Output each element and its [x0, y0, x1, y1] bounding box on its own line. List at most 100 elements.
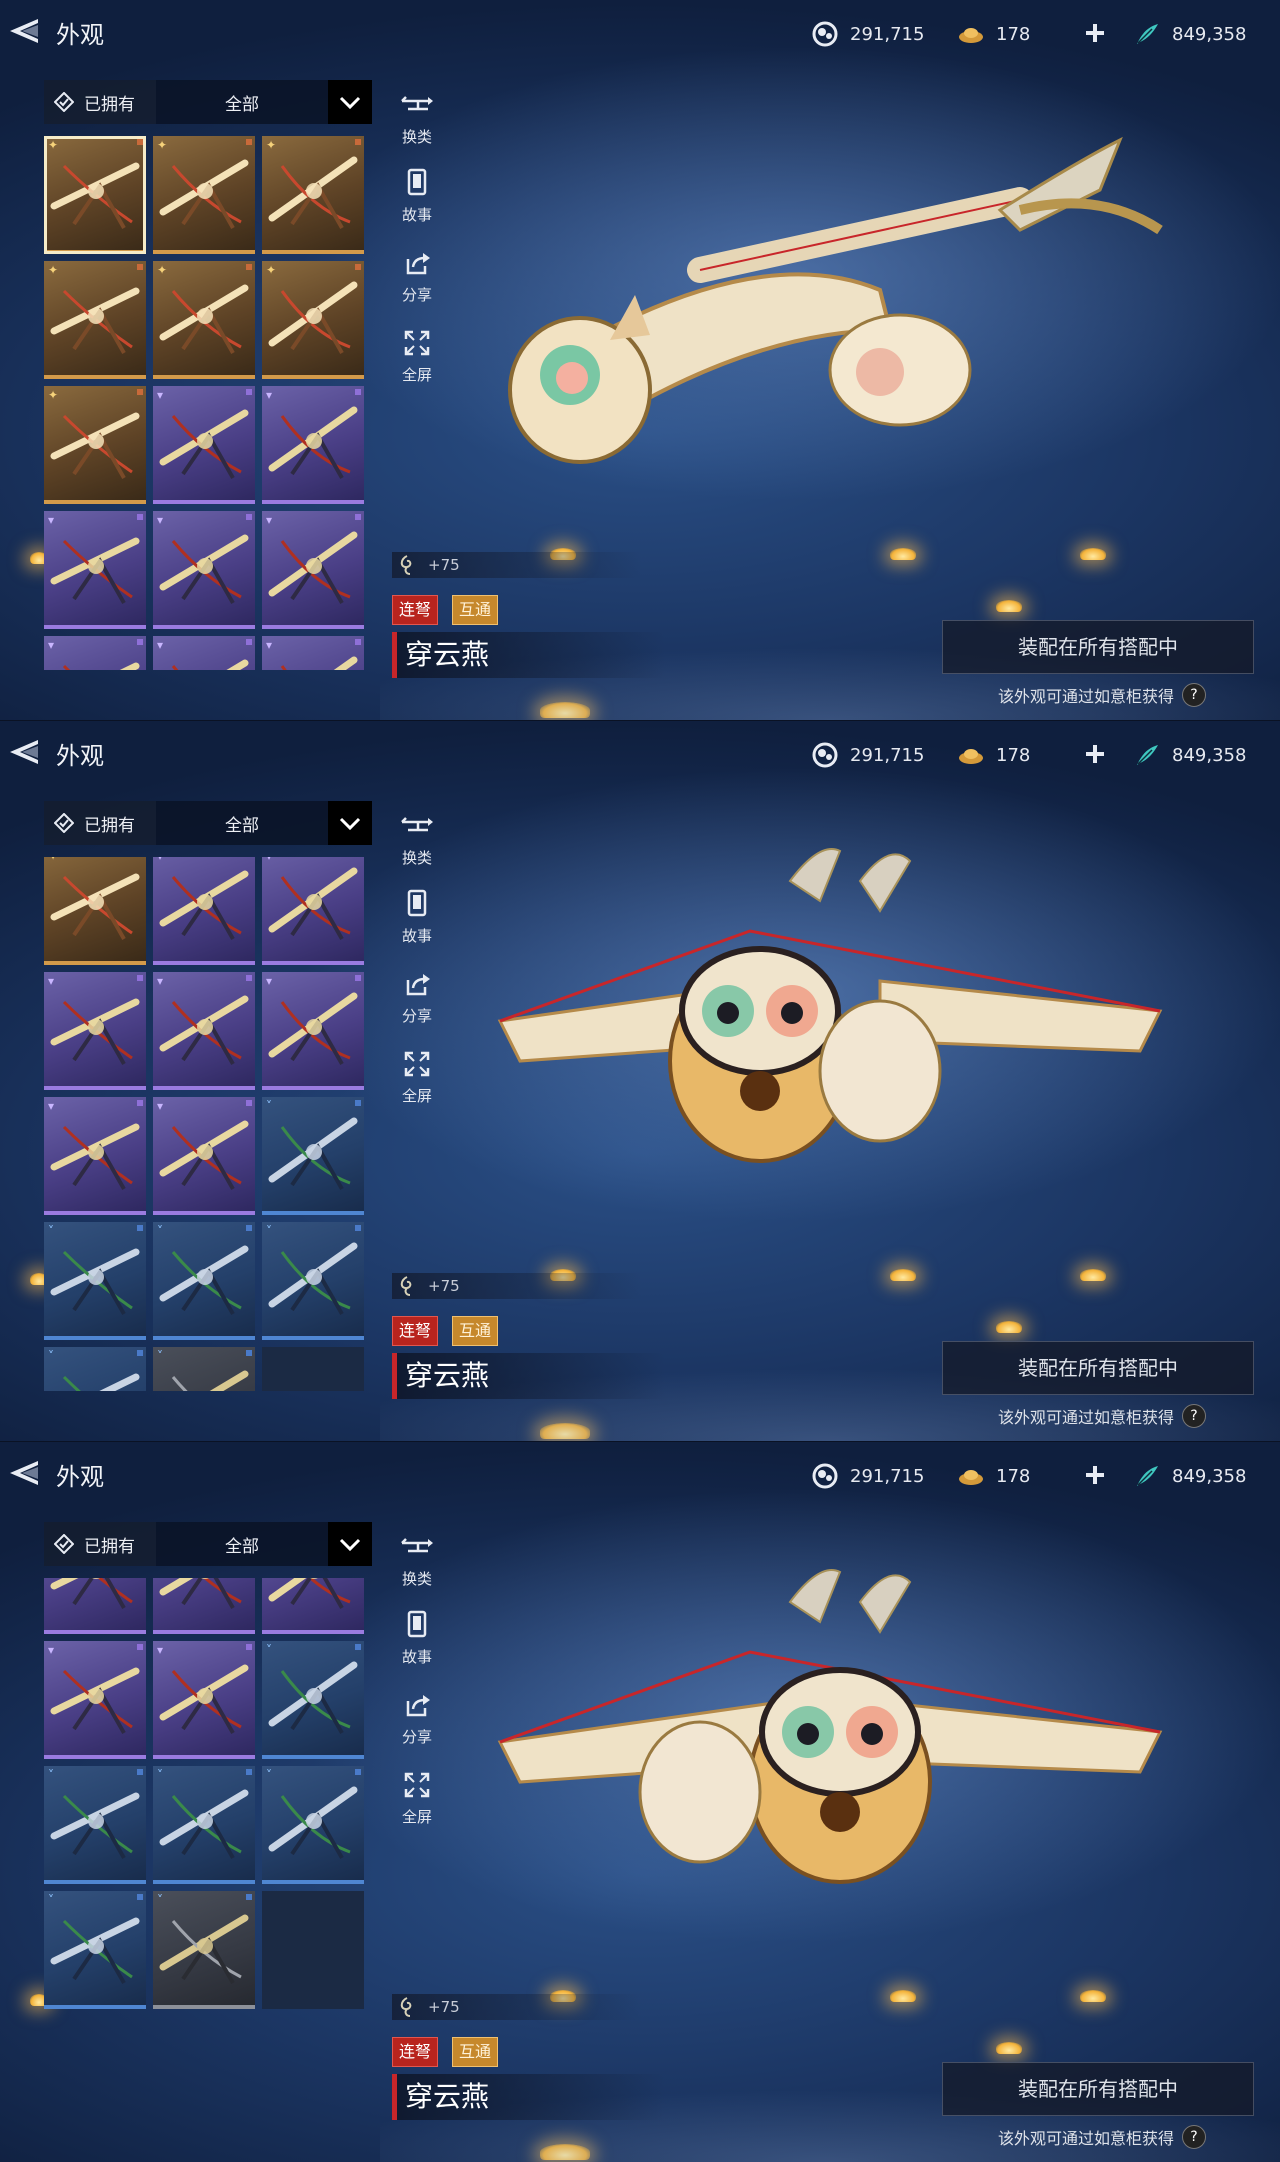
appearance-tile[interactable]: ▾ — [262, 1578, 364, 1634]
crossbow-thumbnail — [268, 1242, 358, 1315]
share-button[interactable]: 分享 — [392, 967, 442, 1026]
appearance-tile[interactable]: ˅ — [153, 1347, 255, 1391]
chevron-down-icon — [339, 1538, 361, 1552]
appearance-tile[interactable]: ▾ — [44, 1578, 146, 1634]
corner-marker — [355, 139, 361, 145]
appearance-tile[interactable]: ▾ — [153, 636, 255, 670]
story-button[interactable]: 故事 — [392, 887, 442, 946]
appearance-tile[interactable]: ▾ — [262, 972, 364, 1090]
crossbow-preview[interactable] — [460, 1562, 1220, 1962]
appearance-tile[interactable]: ˅ — [262, 1766, 364, 1884]
story-button[interactable]: 故事 — [392, 1608, 442, 1667]
help-icon[interactable]: ? — [1182, 1404, 1207, 1428]
category-dropdown-button[interactable] — [328, 1522, 372, 1566]
equip-all-button[interactable]: 装配在所有搭配中 — [942, 620, 1254, 674]
fullscreen-button[interactable]: 全屏 — [392, 1047, 442, 1106]
appearance-tile[interactable]: ✦ — [153, 136, 255, 254]
category-dropdown-button[interactable] — [328, 80, 372, 124]
appearance-tile[interactable]: ✦ — [44, 136, 146, 254]
appearance-tile[interactable]: ▾ — [262, 511, 364, 629]
appearance-tile[interactable]: ˅ — [153, 1222, 255, 1340]
appearance-tile[interactable]: ˅ — [44, 1891, 146, 2009]
category-select[interactable]: 全部 — [156, 90, 328, 115]
appearance-grid[interactable]: ✦ ▾ ▾ ▾ ▾ ▾ ▾ ▾ ˅ ˅ ˅ ˅ ˅ ˅ — [44, 857, 372, 1391]
appearance-tile[interactable]: ✦ — [44, 386, 146, 504]
add-currency-button[interactable] — [1080, 739, 1110, 769]
appearance-tile[interactable]: ▾ — [44, 1097, 146, 1215]
add-currency-button[interactable] — [1080, 1460, 1110, 1490]
add-currency-button[interactable] — [1080, 18, 1110, 48]
fullscreen-label: 全屏 — [401, 366, 432, 384]
back-button[interactable] — [8, 737, 42, 767]
owned-filter-toggle[interactable]: 已拥有 — [44, 1522, 156, 1566]
chevron-down-icon — [339, 817, 361, 831]
swap-type-button[interactable]: 换类 — [392, 1530, 442, 1589]
empty-slot — [262, 1347, 364, 1391]
appearance-tile[interactable]: ˅ — [153, 1891, 255, 2009]
owned-filter-toggle[interactable]: 已拥有 — [44, 801, 156, 845]
appearance-tile[interactable]: ▾ — [153, 1578, 255, 1634]
crossbow-preview[interactable] — [460, 120, 1220, 520]
appearance-tile[interactable]: ▾ — [44, 972, 146, 1090]
equip-all-button[interactable]: 装配在所有搭配中 — [942, 1341, 1254, 1395]
back-button[interactable] — [8, 1458, 42, 1488]
appearance-tile[interactable]: ▾ — [44, 1641, 146, 1759]
help-icon[interactable]: ? — [1182, 683, 1207, 707]
appearance-tile[interactable]: ▾ — [262, 636, 364, 670]
appearance-tile[interactable]: ▾ — [153, 1641, 255, 1759]
crossbow-thumbnail — [268, 1786, 358, 1859]
currency-jade: 291,715 — [812, 1462, 924, 1490]
crossbow-thumbnail — [50, 1578, 133, 1609]
appearance-tile[interactable]: ˅ — [44, 1222, 146, 1340]
appearance-tile[interactable]: ˅ — [262, 1222, 364, 1340]
appearance-tile[interactable]: ▾ — [262, 386, 364, 504]
appearance-tile[interactable]: ▾ — [44, 636, 146, 670]
rarity-icon: ˅ — [48, 1893, 54, 1907]
swap-type-label: 换类 — [401, 128, 432, 146]
rarity-icon: ✦ — [48, 388, 59, 402]
appearance-tile[interactable]: ▾ — [262, 857, 364, 965]
appearance-tile[interactable]: ˅ — [262, 1097, 364, 1215]
appearance-tile[interactable]: ✦ — [153, 261, 255, 379]
story-book-icon — [407, 1610, 427, 1638]
equip-all-button[interactable]: 装配在所有搭配中 — [942, 2062, 1254, 2116]
crossbow-thumbnail — [280, 656, 358, 670]
help-icon[interactable]: ? — [1182, 2125, 1207, 2149]
back-button[interactable] — [8, 16, 42, 46]
owned-filter-toggle[interactable]: 已拥有 — [44, 80, 156, 124]
share-button[interactable]: 分享 — [392, 246, 442, 305]
fullscreen-button[interactable]: 全屏 — [392, 326, 442, 385]
appearance-tile[interactable]: ✦ — [44, 261, 146, 379]
appearance-tile[interactable]: ˅ — [153, 1766, 255, 1884]
appearance-tile[interactable]: ˅ — [262, 1641, 364, 1759]
category-select[interactable]: 全部 — [156, 811, 328, 836]
fullscreen-button[interactable]: 全屏 — [392, 1768, 442, 1827]
swap-type-button[interactable]: 换类 — [392, 809, 442, 868]
share-button[interactable]: 分享 — [392, 1688, 442, 1747]
appearance-tile[interactable]: ˅ — [44, 1347, 146, 1391]
appearance-tile[interactable]: ▾ — [153, 857, 255, 965]
appearance-grid[interactable]: ▾▾▾▾▾˅˅˅˅˅˅ — [44, 1578, 372, 2112]
appearance-tile[interactable]: ▾ — [153, 511, 255, 629]
appearance-tile[interactable]: ▾ — [153, 972, 255, 1090]
rarity-icon: ✦ — [48, 857, 58, 863]
appearance-tile[interactable]: ▾ — [153, 1097, 255, 1215]
rarity-icon: ▾ — [48, 513, 55, 527]
category-select[interactable]: 全部 — [156, 1532, 328, 1557]
appearance-tile[interactable]: ✦ — [44, 857, 146, 965]
feather-currency-icon — [1137, 24, 1158, 44]
feather-currency-icon — [1137, 745, 1158, 765]
appearance-tile[interactable]: ✦ — [262, 136, 364, 254]
corner-marker — [137, 389, 143, 395]
appearance-tile[interactable]: ▾ — [153, 386, 255, 504]
swap-type-button[interactable]: 换类 — [392, 88, 442, 147]
diamond-check-icon — [54, 92, 74, 112]
appearance-tile[interactable]: ▾ — [44, 511, 146, 629]
appearance-tile[interactable]: ˅ — [44, 1766, 146, 1884]
story-button[interactable]: 故事 — [392, 166, 442, 225]
category-dropdown-button[interactable] — [328, 801, 372, 845]
appearance-tile[interactable]: ✦ — [262, 261, 364, 379]
rarity-icon: ˅ — [266, 1643, 272, 1657]
crossbow-preview[interactable] — [460, 841, 1220, 1241]
appearance-grid[interactable]: ✦ ✦ ✦ ✦ ✦ ✦ ✦ ▾ ▾ ▾ ▾ ▾ ▾ ▾ ▾ — [44, 136, 372, 670]
